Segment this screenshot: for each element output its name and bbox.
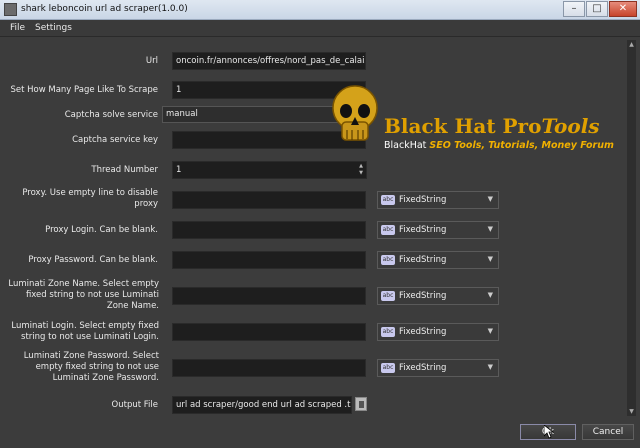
- luminati-zone-type-select[interactable]: abc FixedString ▼: [377, 287, 499, 305]
- cancel-button[interactable]: Cancel: [582, 424, 634, 440]
- thread-number-value: 1: [176, 165, 182, 175]
- menu-bar: File Settings: [0, 20, 640, 37]
- luminati-zone-label: Luminati Zone Name. Select empty fixed s…: [8, 279, 159, 311]
- pages-label: Set How Many Page Like To Scrape: [10, 85, 158, 95]
- abc-type-icon: abc: [381, 195, 395, 205]
- luminati-zone-type-label: FixedString: [399, 291, 447, 301]
- proxy-password-type-select[interactable]: abc FixedString ▼: [377, 251, 499, 269]
- captcha-key-label: Captcha service key: [72, 135, 158, 145]
- menu-settings[interactable]: Settings: [35, 23, 72, 33]
- thread-number-label: Thread Number: [91, 165, 158, 175]
- chevron-down-icon: ▼: [487, 327, 493, 335]
- watermark-subtitle: BlackHat SEO Tools, Tutorials, Money For…: [384, 140, 614, 151]
- chevron-down-icon: ▼: [487, 291, 493, 299]
- proxy-type-select[interactable]: abc FixedString ▼: [377, 191, 499, 209]
- luminati-password-label: Luminati Zone Password. Select empty fix…: [23, 351, 159, 383]
- proxy-input[interactable]: [172, 191, 366, 209]
- abc-type-icon: abc: [381, 291, 395, 301]
- luminati-login-input[interactable]: [172, 323, 366, 341]
- proxy-type-label: FixedString: [399, 195, 447, 205]
- minimize-button[interactable]: –: [563, 1, 585, 17]
- chevron-down-icon: ▼: [487, 363, 493, 371]
- captcha-service-label: Captcha solve service: [64, 110, 158, 120]
- chevron-down-icon: ▼: [487, 225, 493, 233]
- abc-type-icon: abc: [381, 327, 395, 337]
- close-button[interactable]: ✕: [609, 1, 637, 17]
- url-label: Url: [145, 56, 158, 66]
- scroll-down-icon[interactable]: ▼: [627, 407, 636, 416]
- luminati-login-label: Luminati Login. Select empty fixed strin…: [11, 321, 159, 342]
- luminati-login-type-label: FixedString: [399, 327, 447, 337]
- chevron-down-icon: ▼: [487, 255, 493, 263]
- proxy-login-type-select[interactable]: abc FixedString ▼: [377, 221, 499, 239]
- output-file-label: Output File: [111, 400, 158, 410]
- luminati-password-input[interactable]: [172, 359, 366, 377]
- proxy-password-label: Proxy Password. Can be blank.: [28, 255, 158, 265]
- luminati-login-type-select[interactable]: abc FixedString ▼: [377, 323, 499, 341]
- url-input[interactable]: oncoin.fr/annonces/offres/nord_pas_de_ca…: [172, 52, 366, 70]
- abc-type-icon: abc: [381, 225, 395, 235]
- luminati-zone-input[interactable]: [172, 287, 366, 305]
- maximize-button[interactable]: □: [586, 1, 608, 17]
- luminati-password-type-select[interactable]: abc FixedString ▼: [377, 359, 499, 377]
- proxy-password-input[interactable]: [172, 251, 366, 269]
- proxy-password-type-label: FixedString: [399, 255, 447, 265]
- abc-type-icon: abc: [381, 363, 395, 373]
- chevron-down-icon: ▼: [487, 195, 493, 203]
- app-icon: [4, 3, 17, 16]
- proxy-login-label: Proxy Login. Can be blank.: [45, 225, 158, 235]
- proxy-login-input[interactable]: [172, 221, 366, 239]
- luminati-password-type-label: FixedString: [399, 363, 447, 373]
- watermark: Black Hat ProTools BlackHat SEO Tools, T…: [326, 78, 614, 168]
- skull-logo-icon: [332, 85, 378, 141]
- folder-icon[interactable]: [355, 397, 367, 411]
- scroll-up-icon[interactable]: ▲: [627, 40, 636, 49]
- title-bar: shark leboncoin url ad scraper(1.0.0) – …: [0, 0, 640, 20]
- window-title: shark leboncoin url ad scraper(1.0.0): [21, 4, 188, 14]
- abc-type-icon: abc: [381, 255, 395, 265]
- proxy-label: Proxy. Use empty line to disable proxy: [22, 188, 158, 209]
- menu-file[interactable]: File: [10, 23, 25, 33]
- mouse-cursor-icon: [544, 425, 554, 439]
- vertical-scrollbar[interactable]: ▲ ▼: [627, 40, 636, 416]
- close-icon: ✕: [618, 3, 628, 14]
- output-file-input[interactable]: url ad scraper/good end url ad scraped .…: [172, 396, 352, 414]
- watermark-brand: Black Hat ProTools: [384, 114, 600, 138]
- proxy-login-type-label: FixedString: [399, 225, 447, 235]
